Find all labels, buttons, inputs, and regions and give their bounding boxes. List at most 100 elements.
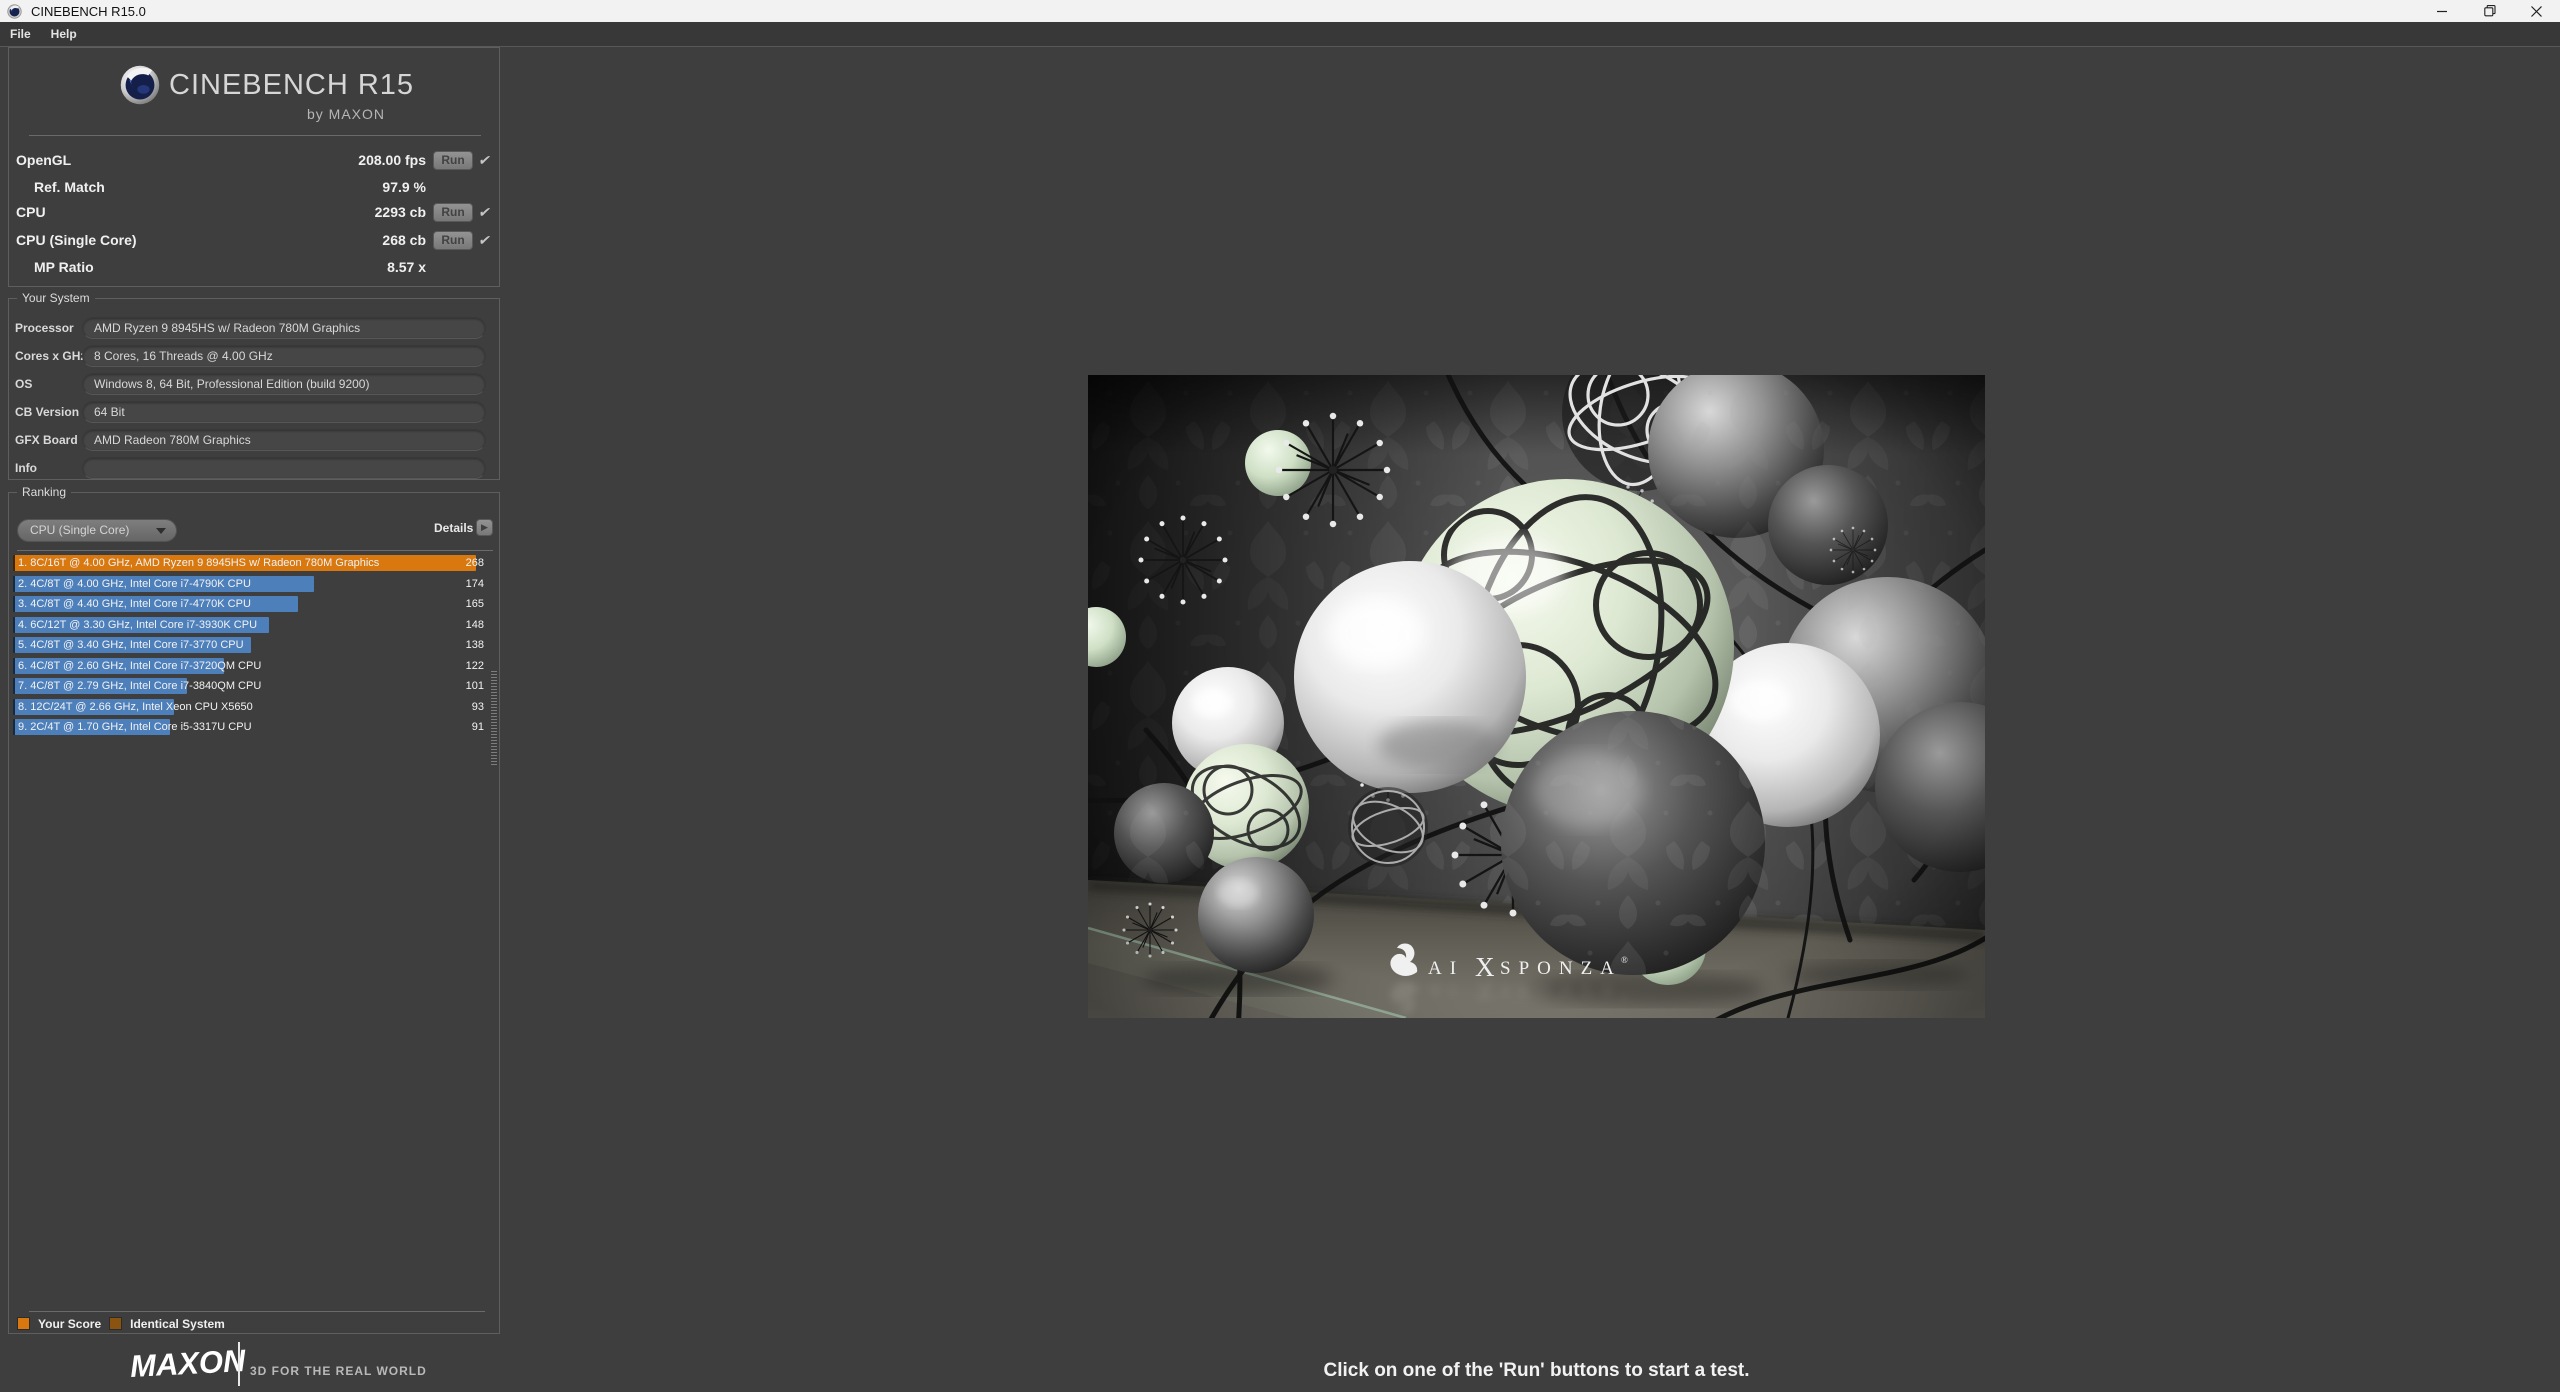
ranking-bar-row[interactable]: 1. 8C/16T @ 4.00 GHz, AMD Ryzen 9 8945HS… [13,555,476,571]
menu-file[interactable]: File [0,22,41,47]
ranking-legend: Your Score Identical System [9,1317,499,1331]
menu-help[interactable]: Help [41,22,87,47]
legend-label: Identical System [130,1317,225,1331]
legend-label: Your Score [38,1317,101,1331]
ranking-bar-label: 1. 8C/16T @ 4.00 GHz, AMD Ryzen 9 8945HS… [18,555,379,571]
ranking-filter-dropdown[interactable]: CPU (Single Core) [17,519,177,542]
ranking-filter-value: CPU (Single Core) [30,523,129,537]
refmatch-value: 97.9 % [266,178,426,197]
cinebench-logo-icon [119,64,161,106]
opengl-check-icon: ✔ [477,151,493,170]
render-viewport: AI X SPONZA ® [1088,375,1985,1018]
maxon-footer: MAXON 3D FOR THE REAL WORLD [130,1342,430,1388]
ranking-bar-label: 3. 4C/8T @ 4.40 GHz, Intel Core i7-4770K… [18,596,251,612]
divider [29,135,481,136]
system-field-value[interactable]: 64 Bit [82,401,486,423]
minimize-button[interactable] [2419,0,2466,22]
mp-ratio-value: 8.57 x [266,258,426,277]
maxon-tagline: 3D FOR THE REAL WORLD [250,1364,427,1378]
cinebench-logo: CINEBENCH R15 by MAXON [9,62,499,132]
your-system-title: Your System [17,291,95,305]
opengl-value: 208.00 fps [266,151,426,170]
legend-item: Your Score [17,1317,101,1331]
close-button[interactable] [2513,0,2560,22]
cinebench-window: CINEBENCH R15.0 File Help [0,0,2560,1392]
ranking-title: Ranking [17,485,71,499]
score-row-refmatch: Ref. Match 97.9 % [9,178,499,197]
close-icon [2531,6,2542,17]
run-opengl-button[interactable]: Run [433,151,473,170]
ranking-panel: Ranking CPU (Single Core) Details ▶ 1. 8… [8,492,500,1334]
ranking-bar-score: 268 [444,555,484,571]
system-field-label: Cores x GHz [15,345,86,367]
ranking-bar-row[interactable]: 6. 4C/8T @ 2.60 GHz, Intel Core i7-3720Q… [13,658,476,674]
system-field-value[interactable] [82,457,486,479]
legend-item: Identical System [109,1317,225,1331]
system-field-row: Info [9,457,499,479]
ranking-bar-row[interactable]: 5. 4C/8T @ 3.40 GHz, Intel Core i7-3770 … [13,637,476,653]
chevron-down-icon [156,528,166,534]
ranking-bar-label: 2. 4C/8T @ 4.00 GHz, Intel Core i7-4790K… [18,576,251,592]
cpu-single-label: CPU (Single Core) [16,231,137,250]
system-field-value[interactable]: AMD Radeon 780M Graphics [82,429,486,451]
ranking-bar-label: 5. 4C/8T @ 3.40 GHz, Intel Core i7-3770 … [18,637,244,653]
legend-color-swatch [109,1317,122,1330]
ranking-bar-row[interactable]: 8. 12C/24T @ 2.66 GHz, Intel Xeon CPU X5… [13,699,476,715]
ranking-scrollbar[interactable] [491,669,497,765]
system-field-label: OS [15,373,32,395]
ranking-bar-row[interactable]: 9. 2C/4T @ 1.70 GHz, Intel Core i5-3317U… [13,719,476,735]
ranking-bar-row[interactable]: 3. 4C/8T @ 4.40 GHz, Intel Core i7-4770K… [13,596,476,612]
ranking-bar-score: 174 [444,576,484,592]
ranking-bar-label: 7. 4C/8T @ 2.79 GHz, Intel Core i7-3840Q… [18,678,261,694]
system-field-row: Cores x GHz 8 Cores, 16 Threads @ 4.00 G… [9,345,499,367]
restore-button[interactable] [2466,0,2513,22]
system-field-label: GFX Board [15,429,78,451]
minimize-icon [2437,6,2448,17]
system-field-row: GFX Board AMD Radeon 780M Graphics [9,429,499,451]
render-scene: AI X SPONZA ® [1088,375,1985,1018]
ranking-bar-row[interactable]: 4. 6C/12T @ 3.30 GHz, Intel Core i7-3930… [13,617,476,633]
ranking-bar-score: 138 [444,637,484,653]
system-field-row: OS Windows 8, 64 Bit, Professional Editi… [9,373,499,395]
cpu-label: CPU [16,203,46,222]
system-field-value[interactable]: AMD Ryzen 9 8945HS w/ Radeon 780M Graphi… [82,317,486,339]
ranking-bar-score: 91 [444,719,484,735]
system-field-value[interactable]: Windows 8, 64 Bit, Professional Edition … [82,373,486,395]
your-system-panel: Your System Processor AMD Ryzen 9 8945HS… [8,298,500,480]
run-cpu-single-button[interactable]: Run [433,231,473,250]
score-row-cpu-single: CPU (Single Core) 268 cb Run ✔ [9,231,499,250]
status-text: Click on one of the 'Run' buttons to sta… [1088,1360,1985,1382]
menu-bar: File Help [0,22,2560,47]
cinebench-wordmark: CINEBENCH R15 [169,69,414,102]
score-row-opengl: OpenGL 208.00 fps Run ✔ [9,151,499,170]
score-row-cpu: CPU 2293 cb Run ✔ [9,203,499,222]
ranking-bar-row[interactable]: 2. 4C/8T @ 4.00 GHz, Intel Core i7-4790K… [13,576,476,592]
ranking-bar-score: 93 [444,699,484,715]
title-bar: CINEBENCH R15.0 [0,0,2560,22]
cinebench-byline: by MAXON [307,106,385,122]
system-field-label: Info [15,457,37,479]
ranking-bars: 1. 8C/16T @ 4.00 GHz, AMD Ryzen 9 8945HS… [13,555,476,740]
cinebench-app-icon [7,4,22,19]
system-field-value[interactable]: 8 Cores, 16 Threads @ 4.00 GHz [82,345,486,367]
details-button[interactable]: ▶ [476,519,493,536]
system-field-label: CB Version [15,401,79,423]
score-row-mp-ratio: MP Ratio 8.57 x [9,258,499,277]
ranking-bar-row[interactable]: 7. 4C/8T @ 2.79 GHz, Intel Core i7-3840Q… [13,678,476,694]
details-label: Details [434,521,473,535]
opengl-label: OpenGL [16,151,71,170]
ranking-bar-score: 148 [444,617,484,633]
divider [238,1342,240,1386]
restore-icon [2484,5,2496,17]
cpu-check-icon: ✔ [477,203,493,222]
score-panel: CINEBENCH R15 by MAXON OpenGL 208.00 fps… [8,47,500,287]
system-field-row: CB Version 64 Bit [9,401,499,423]
refmatch-label: Ref. Match [34,178,105,197]
cpu-value: 2293 cb [266,203,426,222]
cpu-single-value: 268 cb [266,231,426,250]
window-title: CINEBENCH R15.0 [31,4,146,19]
legend-color-swatch [17,1317,30,1330]
run-cpu-button[interactable]: Run [433,203,473,222]
ranking-bar-score: 101 [444,678,484,694]
mp-ratio-label: MP Ratio [34,258,94,277]
